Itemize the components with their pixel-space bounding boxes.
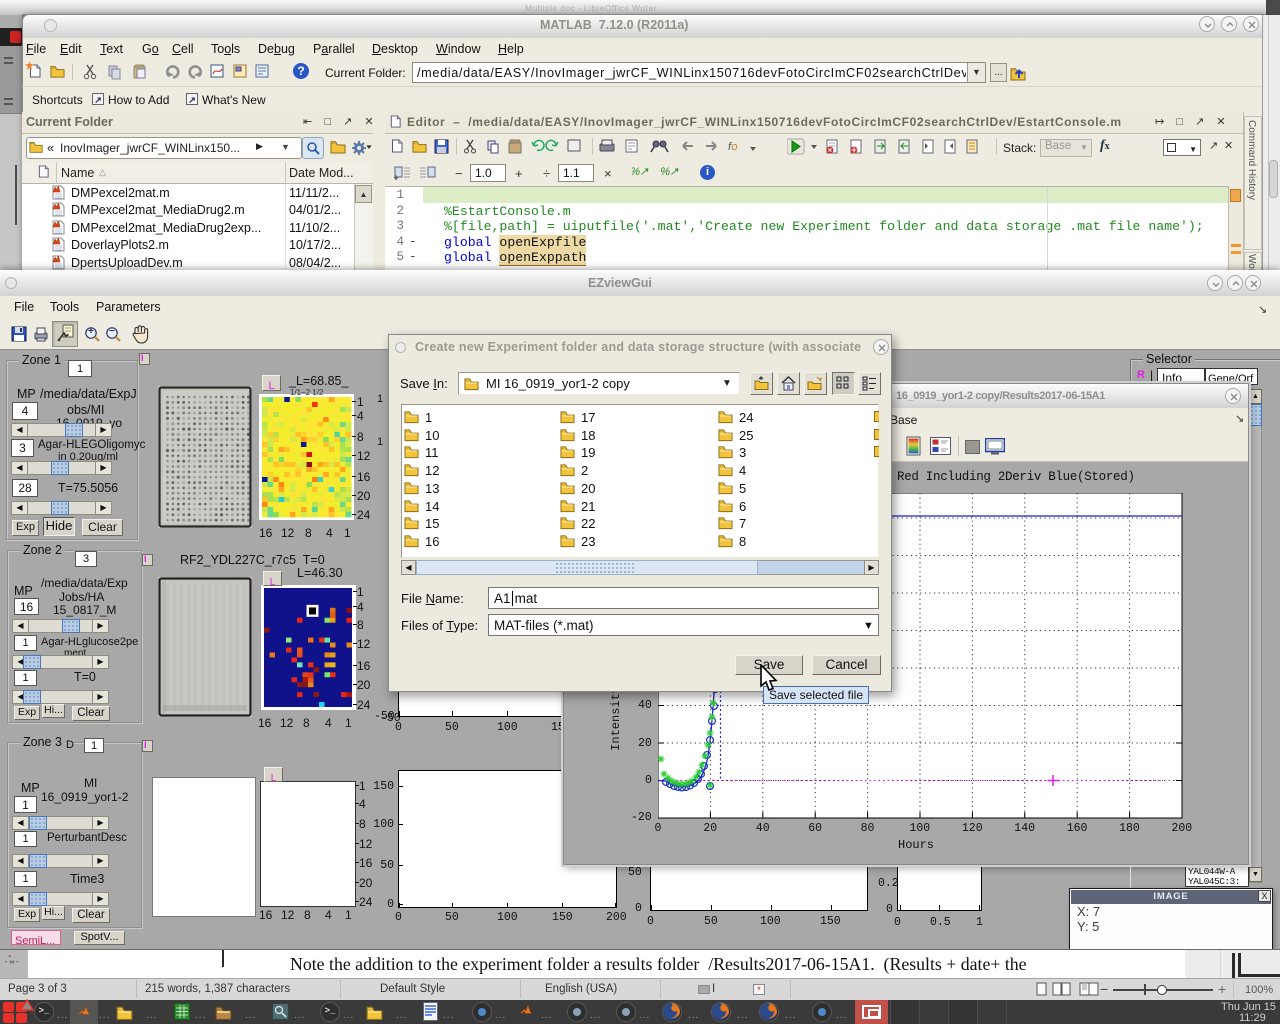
svg-text:+: + xyxy=(394,175,398,181)
svg-text:%↗: %↗ xyxy=(632,166,651,178)
svg-text:%↗: %↗ xyxy=(659,166,680,178)
svg-text:fO: fO xyxy=(728,141,737,153)
